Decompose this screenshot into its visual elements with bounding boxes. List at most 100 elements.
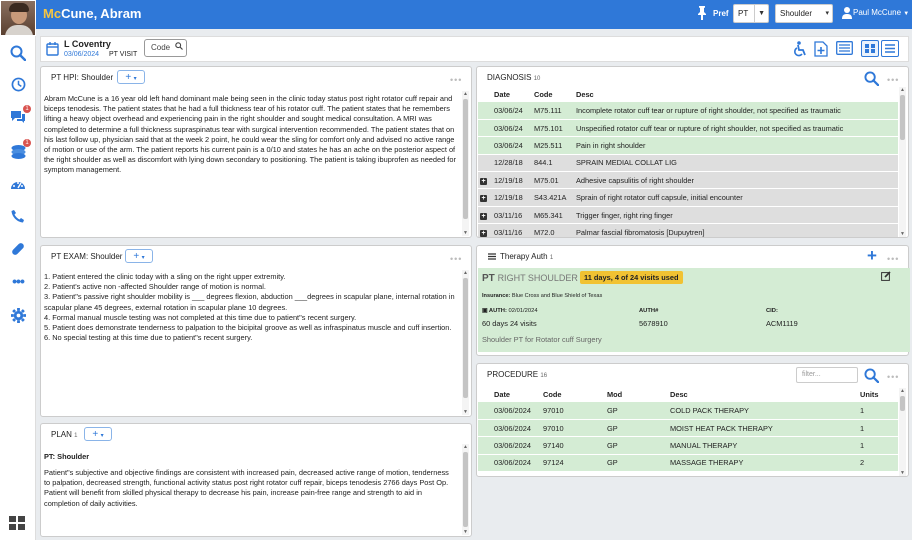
exam-item: 2. Patient's active non -affected Should… <box>44 282 266 292</box>
procedure-date: 03/06/2024 <box>478 419 541 438</box>
col-mod[interactable]: Mod <box>605 386 668 402</box>
col-desc[interactable]: Desc <box>668 386 858 402</box>
sidebar-phone[interactable] <box>9 207 27 225</box>
list-view-button[interactable] <box>881 40 899 57</box>
procedure-row[interactable]: 03/06/2024 97140 GP MANUAL THERAPY 1 <box>478 436 898 455</box>
auth-card[interactable]: PT RIGHT SHOULDER 11 days, 4 of 24 visit… <box>478 268 910 352</box>
patient-avatar[interactable] <box>0 0 36 36</box>
exam-more-icon[interactable]: ••• <box>450 254 462 264</box>
procedure-filter-input[interactable]: filter... <box>796 367 858 383</box>
pin-icon[interactable] <box>697 6 707 20</box>
col-date[interactable]: Date <box>478 386 541 402</box>
diagnosis-row[interactable]: 03/06/24 M75.111 Incomplete rotator cuff t… <box>478 102 898 120</box>
expand-plus-icon[interactable]: + <box>480 195 487 203</box>
hpi-text[interactable]: Abram McCune is a 16 year old left hand … <box>44 94 457 176</box>
procedure-more-icon[interactable]: ••• <box>887 372 899 382</box>
clock-icon <box>11 77 25 91</box>
sidebar-history[interactable] <box>9 75 27 93</box>
diagnosis-code: M75.101 <box>532 119 574 138</box>
body-part-select-value: Shoulder <box>780 9 813 18</box>
hpi-add-button[interactable]: + ▾ <box>117 70 145 84</box>
procedure-table: Date Code Mod Desc Units 03/06/2024 97010… <box>478 386 898 474</box>
diagnosis-row[interactable]: +12/19/18 M75.01 Adhesive capsulitis of ri… <box>478 171 898 190</box>
search-icon[interactable] <box>864 71 879 86</box>
id-card-icon[interactable] <box>836 41 853 55</box>
expand-plus-icon[interactable]: + <box>480 212 487 220</box>
accessibility-icon[interactable] <box>793 41 807 57</box>
exam-scrollbar[interactable]: ▲ ▼ <box>462 270 469 415</box>
col-units[interactable]: Units <box>858 386 898 402</box>
diagnosis-row[interactable]: 03/06/24 M75.101 Unspecified rotator cuff … <box>478 119 898 138</box>
visit-type: PT VISIT <box>109 51 138 58</box>
diagnosis-desc: SPRAIN MEDIAL COLLAT LIG <box>574 154 898 173</box>
expand-plus-icon[interactable]: + <box>480 177 487 185</box>
procedure-row[interactable]: 03/06/2024 97124 GP MASSAGE THERAPY 2 <box>478 454 898 473</box>
diagnosis-title: DIAGNOSIS 10 <box>487 73 541 82</box>
auth-description: Shoulder PT for Rotator cuff Surgery <box>482 335 602 344</box>
plan-add-button[interactable]: + ▾ <box>84 427 112 441</box>
add-auth-button[interactable]: + <box>867 246 877 266</box>
search-icon <box>10 45 26 61</box>
procedure-units: 2 <box>858 454 898 473</box>
sidebar-more[interactable]: ••• <box>9 272 27 290</box>
tasks-badge: 1 <box>23 139 31 147</box>
calendar-icon[interactable] <box>46 42 59 56</box>
sidebar-settings[interactable] <box>9 306 27 324</box>
diagnosis-row[interactable]: 03/06/24 M25.511 Pain in right shoulder <box>478 136 898 155</box>
card-view-button[interactable] <box>861 40 879 57</box>
hpi-more-icon[interactable]: ••• <box>450 75 462 85</box>
row-expander[interactable]: + <box>478 188 492 207</box>
row-expander[interactable]: + <box>478 223 492 237</box>
procedure-title: PROCEDURE 16 <box>487 370 548 379</box>
auth-value: 60 days 24 visits <box>482 319 537 328</box>
search-icon[interactable] <box>864 368 879 383</box>
procedure-row[interactable]: 03/06/2024 97010 GP COLD PACK THERAPY 1 <box>478 402 898 420</box>
diagnosis-scrollbar[interactable]: ▲ ▼ <box>899 87 906 237</box>
row-expander[interactable]: + <box>478 171 492 190</box>
procedure-desc: COLD PACK THERAPY <box>668 402 858 420</box>
patient-name-initials: Mc <box>43 6 62 21</box>
procedure-scrollbar[interactable]: ▲ ▼ <box>899 388 906 476</box>
sidebar-tasks[interactable]: 1 <box>9 139 31 160</box>
visit-date[interactable]: 03/06/2024 <box>64 51 99 58</box>
discipline-select[interactable]: PT ▼ <box>733 4 769 23</box>
diagnosis-row[interactable]: +03/11/16 M72.0 Palmar fascial fibromatosi… <box>478 223 898 237</box>
plan-scrollbar[interactable]: ▲ ▼ <box>462 444 469 535</box>
sidebar-search[interactable] <box>9 44 27 62</box>
procedure-row[interactable]: 03/06/2024 97010 GP MOIST HEAT PACK THERAPY… <box>478 419 898 438</box>
diagnosis-code: M75.01 <box>532 171 574 190</box>
hpi-scrollbar[interactable]: ▲ ▼ <box>462 91 469 236</box>
sidebar-medications[interactable] <box>9 240 27 258</box>
therapy-auth-more-icon[interactable]: ••• <box>887 254 899 264</box>
col-code[interactable]: Code <box>532 86 574 102</box>
plan-text[interactable]: Patient"s subjective and objective findi… <box>44 468 457 509</box>
chevron-down-icon: ▼ <box>754 5 765 22</box>
user-menu[interactable]: Paul McCune ▼ <box>841 8 909 17</box>
add-document-icon[interactable] <box>814 41 828 57</box>
row-expander[interactable]: + <box>478 206 492 225</box>
code-button[interactable]: Code <box>144 39 187 57</box>
procedure-desc: MANUAL THERAPY <box>668 436 858 455</box>
patient-name[interactable]: McCune, Abram <box>43 6 141 21</box>
col-desc[interactable]: Desc <box>574 86 898 102</box>
edit-icon[interactable] <box>881 271 891 281</box>
sidebar-dashboard[interactable] <box>9 175 27 193</box>
diagnosis-code: M25.511 <box>532 136 574 155</box>
more-icon: ••• <box>12 273 25 289</box>
sidebar-messages[interactable]: 1 <box>9 105 31 126</box>
diagnosis-row[interactable]: +12/19/18 S43.421A Sprain of right rotator… <box>478 188 898 207</box>
hpi-title: PT HPI: Shoulder <box>51 73 114 82</box>
apps-grid-icon[interactable] <box>9 516 25 530</box>
diagnosis-row[interactable]: +03/11/16 M65.341 Trigger finger, right ri… <box>478 206 898 225</box>
chevron-down-icon: ▾ <box>825 10 829 17</box>
procedure-panel: PROCEDURE 16 filter... ••• Date Code Mod… <box>476 363 909 477</box>
col-date[interactable]: Date <box>492 86 532 102</box>
exam-add-button[interactable]: + ▾ <box>125 249 153 263</box>
col-code[interactable]: Code <box>541 386 605 402</box>
diagnosis-code: M72.0 <box>532 223 574 237</box>
diagnosis-row[interactable]: 12/28/18 844.1 SPRAIN MEDIAL COLLAT LIG <box>478 154 898 173</box>
expand-plus-icon[interactable]: + <box>480 229 487 237</box>
body-part-select[interactable]: Shoulder ▾ <box>775 4 833 23</box>
exam-list[interactable]: 1. Patient entered the clinic today with… <box>44 272 457 343</box>
diagnosis-more-icon[interactable]: ••• <box>887 75 899 85</box>
